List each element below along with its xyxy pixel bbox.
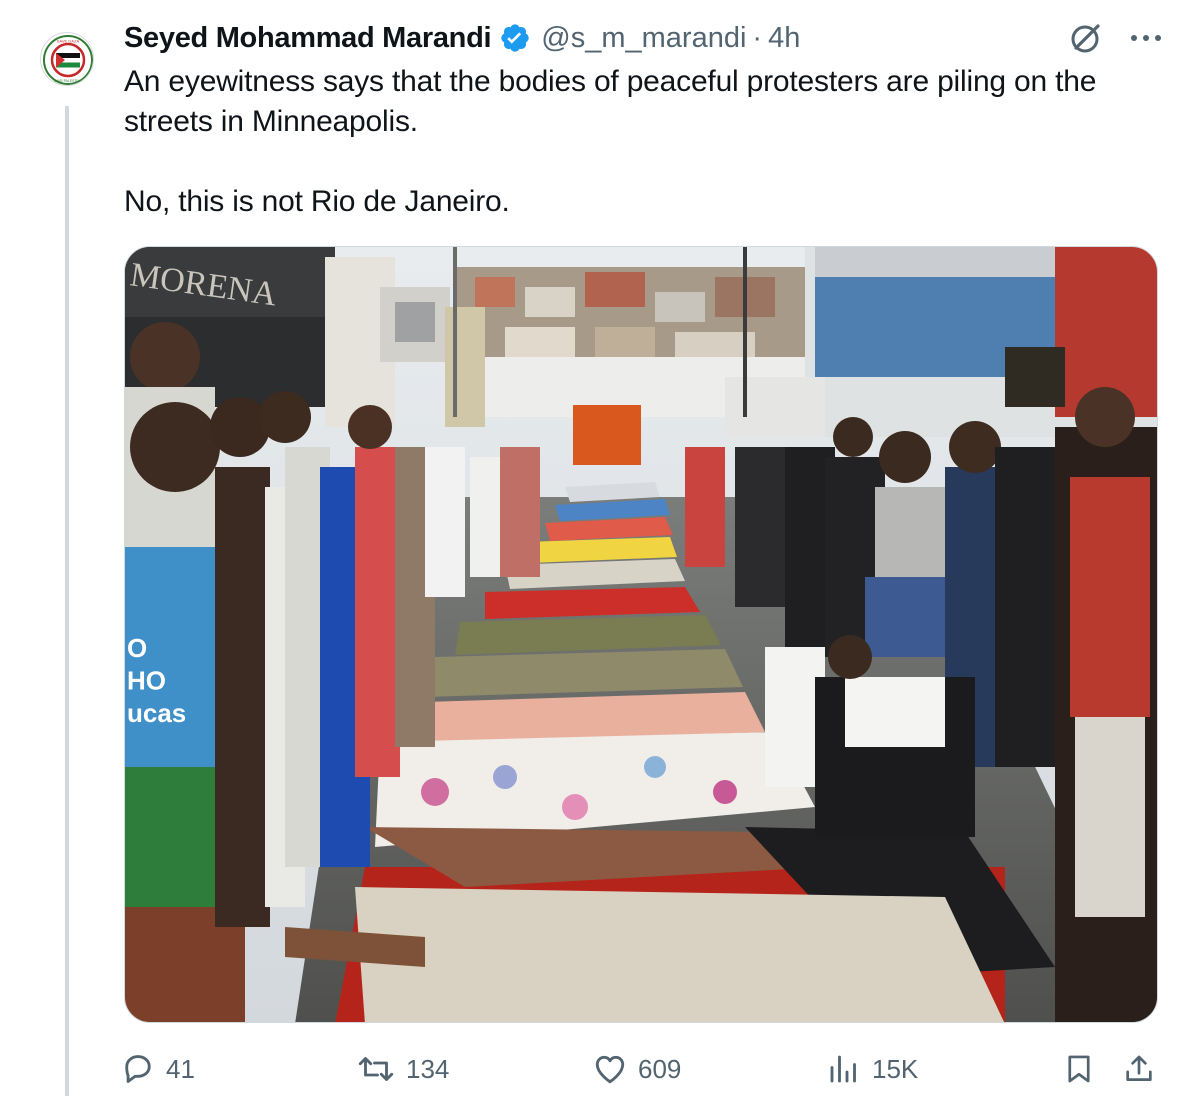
repost-button[interactable]: 134 bbox=[356, 1046, 449, 1092]
save-gaza-badge-icon: SAVE GAZA SAVE PALESTINE bbox=[42, 34, 93, 85]
reply-button[interactable]: 41 bbox=[120, 1046, 195, 1092]
verified-badge-icon[interactable] bbox=[499, 22, 531, 54]
tweet-article[interactable]: SAVE GAZA SAVE PALESTINE Seyed Mohammad … bbox=[0, 0, 1192, 1096]
views-chart-icon bbox=[830, 1055, 856, 1083]
grok-icon[interactable] bbox=[1068, 20, 1104, 56]
bookmark-button[interactable] bbox=[1062, 1046, 1096, 1092]
author-handle[interactable]: @s_m_marandi bbox=[541, 22, 746, 55]
bookmark-icon bbox=[1068, 1055, 1090, 1083]
avatar[interactable]: SAVE GAZA SAVE PALESTINE bbox=[40, 32, 94, 86]
share-icon bbox=[1126, 1055, 1152, 1081]
repost-icon bbox=[358, 1057, 394, 1081]
like-count: 609 bbox=[638, 1053, 682, 1084]
views-button[interactable]: 15K bbox=[826, 1046, 918, 1092]
separator-dot: · bbox=[752, 21, 763, 54]
more-options-icon[interactable] bbox=[1130, 33, 1162, 43]
views-count: 15K bbox=[872, 1053, 919, 1084]
action-bar: 41 134 609 15K bbox=[120, 1046, 1164, 1092]
like-button[interactable]: 609 bbox=[592, 1046, 681, 1092]
timestamp[interactable]: 4h bbox=[768, 22, 800, 55]
avatar-text-bottom: SAVE PALESTINE bbox=[54, 79, 83, 83]
reply-icon bbox=[125, 1055, 151, 1083]
street-scene-photo: MORENA O HO ucas bbox=[125, 247, 1157, 1022]
author-display-name[interactable]: Seyed Mohammad Marandi bbox=[124, 22, 492, 55]
tweet-header: Seyed Mohammad Marandi @s_m_marandi · 4h bbox=[124, 18, 1162, 58]
tweet-text: An eyewitness says that the bodies of pe… bbox=[124, 65, 1097, 218]
tweet-photo[interactable]: MORENA O HO ucas bbox=[124, 246, 1158, 1023]
share-button[interactable] bbox=[1122, 1046, 1156, 1092]
avatar-text-top: SAVE GAZA bbox=[57, 39, 80, 44]
repost-count: 134 bbox=[406, 1053, 450, 1084]
heart-icon bbox=[595, 1055, 625, 1084]
thread-line bbox=[65, 106, 69, 1096]
reply-count: 41 bbox=[166, 1053, 195, 1084]
